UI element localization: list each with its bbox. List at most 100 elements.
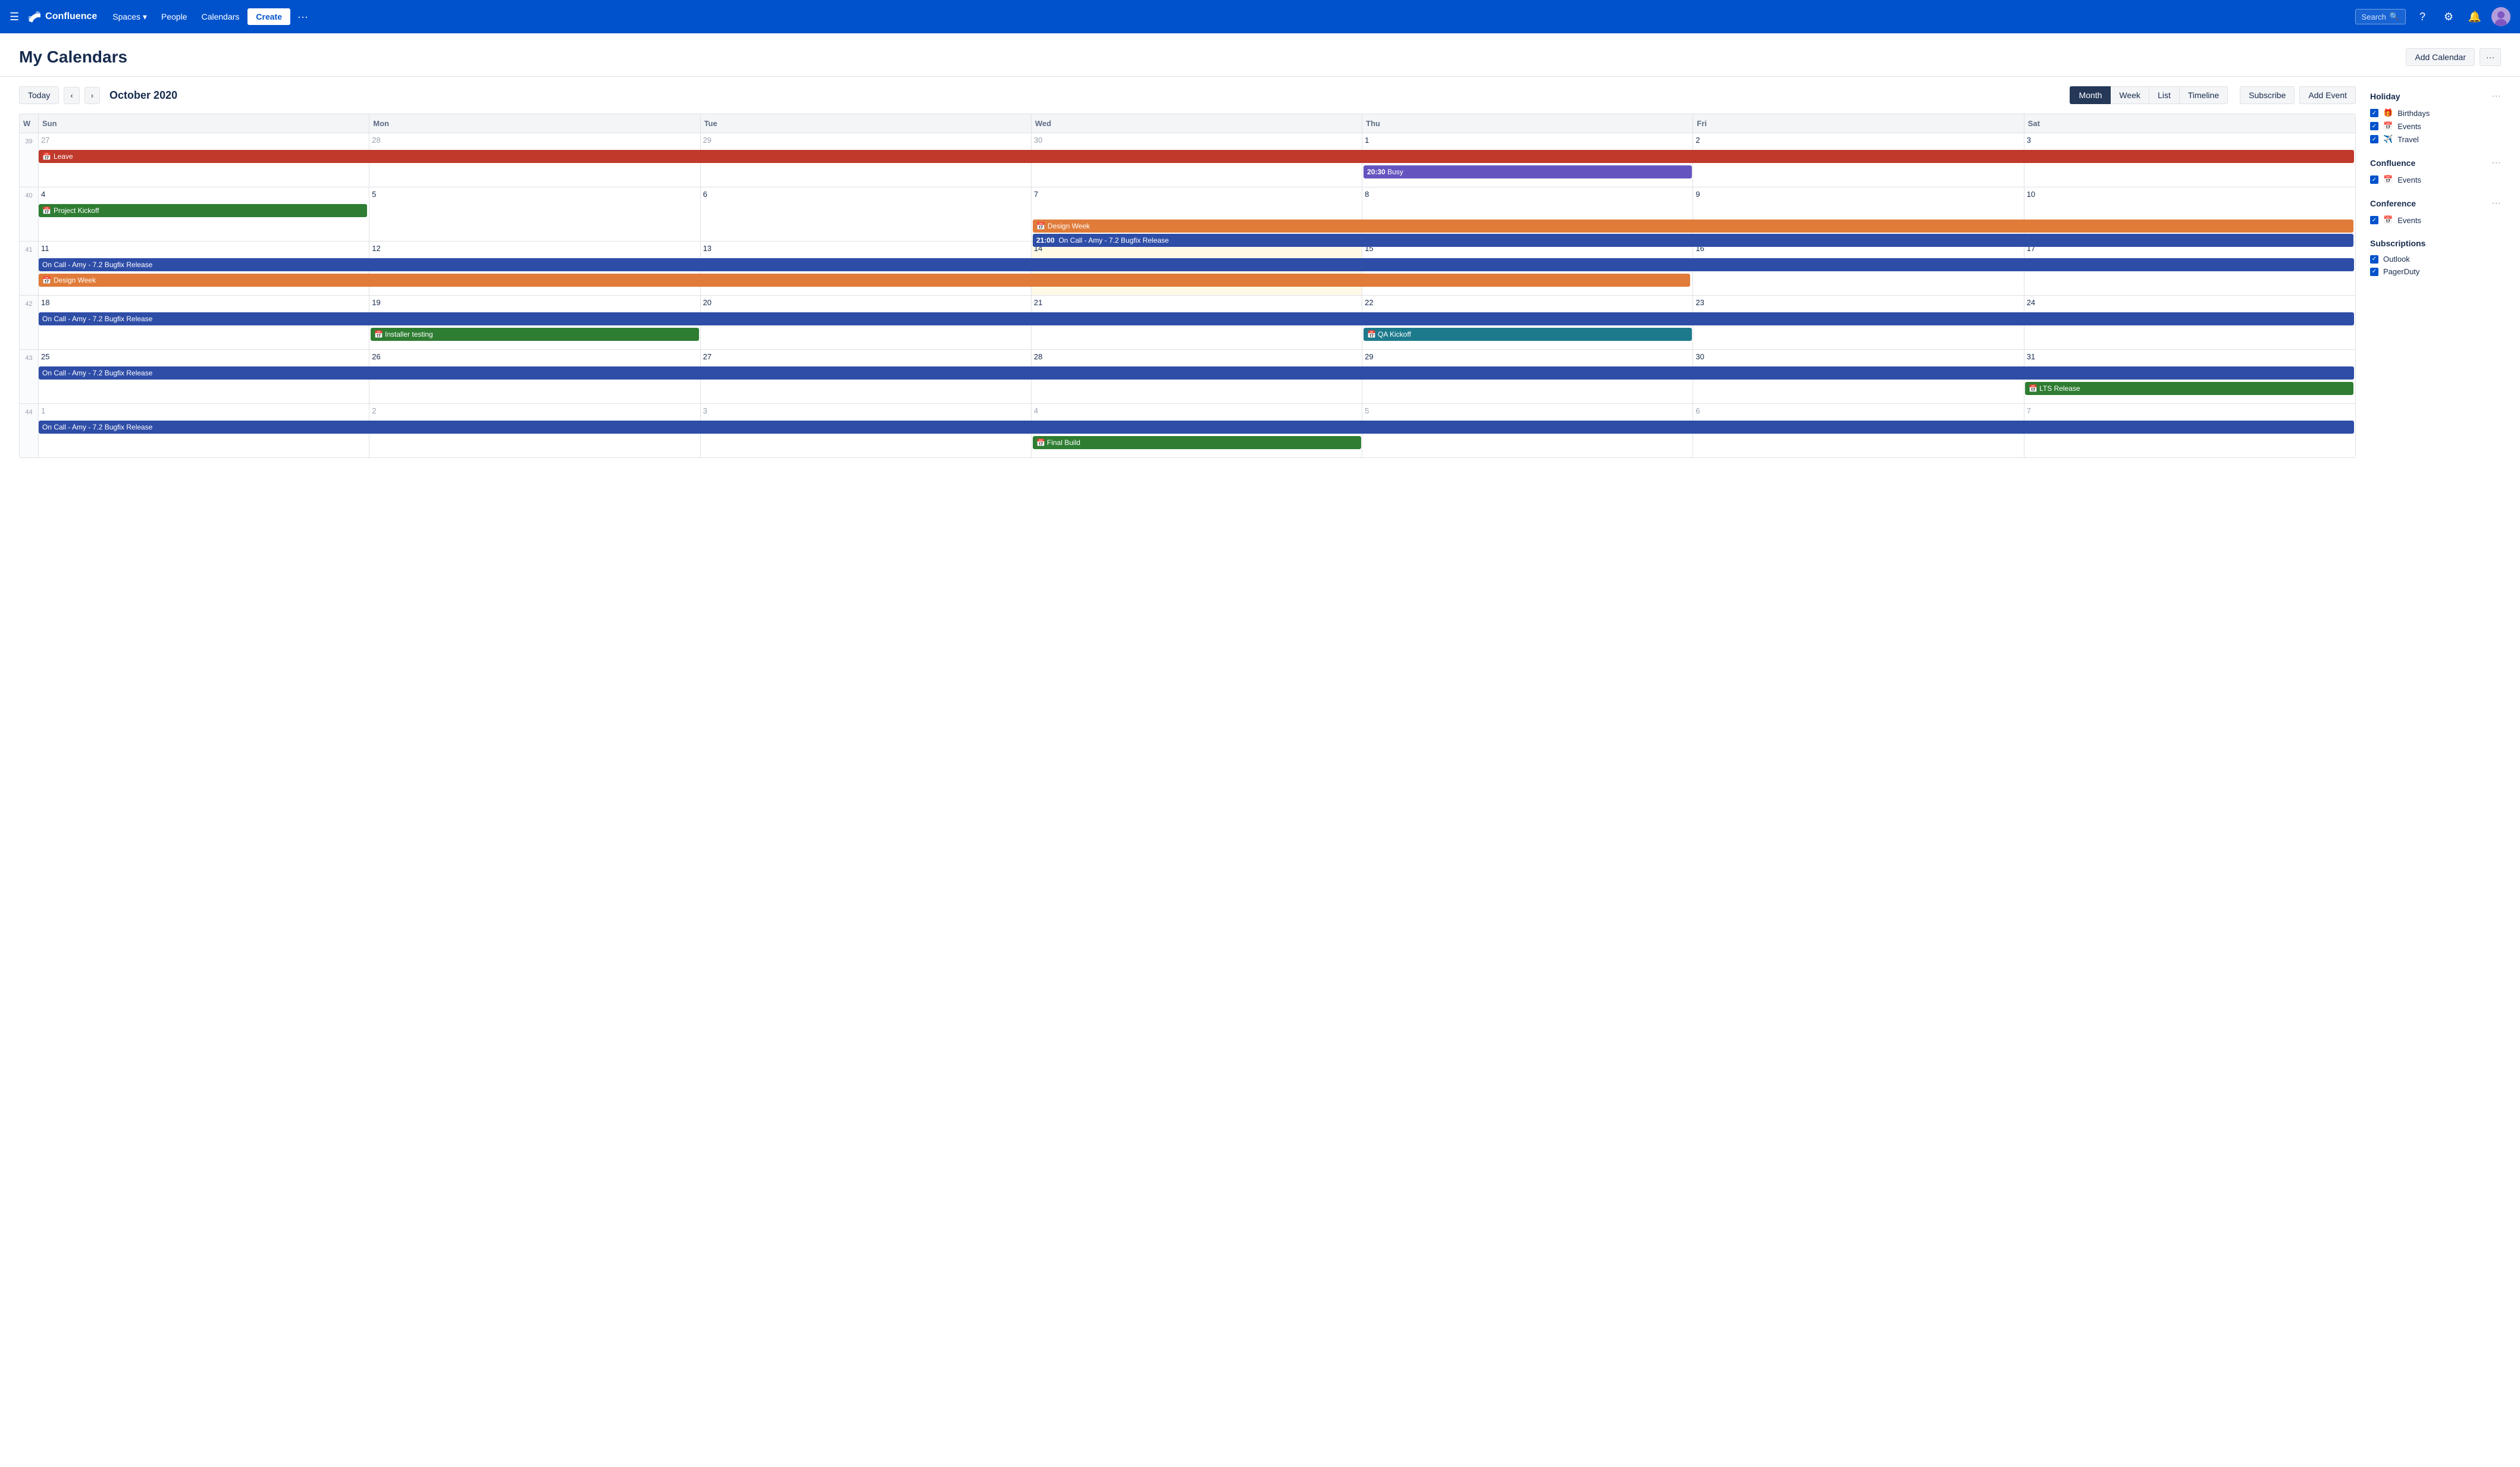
sidebar-section-confluence: Confluence ··· 📅 Events [2370, 158, 2501, 186]
page-more-button[interactable]: ··· [2480, 48, 2501, 66]
day-oct10[interactable]: 10 [2024, 187, 2355, 241]
navbar-right: Search 🔍 ? ⚙ 🔔 [2355, 7, 2510, 26]
day-oct9[interactable]: 9 [1693, 187, 2024, 241]
travel-icon: ✈️ [2383, 134, 2393, 144]
navbar-nav: Spaces ▾ People Calendars Create ··· [106, 8, 2350, 26]
day-oct8[interactable]: 8 [1362, 187, 1693, 241]
event-oncall-41[interactable]: On Call - Amy - 7.2 Bugfix Release [39, 258, 2354, 271]
next-button[interactable]: › [84, 87, 100, 104]
sidebar-confluence-title: Confluence [2370, 158, 2415, 168]
week-43-container: 43 25 26 27 28 29 30 31 On Call - Amy - … [20, 350, 2355, 404]
week-44-container: 44 1 2 3 4 5 6 7 On Call - Amy - 7.2 Bug… [20, 404, 2355, 457]
sidebar-item-pagerduty[interactable]: PagerDuty [2370, 265, 2501, 278]
sidebar-item-travel[interactable]: ✈️ Travel [2370, 133, 2501, 146]
event-qa-kickoff[interactable]: 📅QA Kickoff [1364, 328, 1692, 341]
today-button[interactable]: Today [19, 86, 59, 104]
sidebar-section-subscriptions: Subscriptions Outlook PagerDuty [2370, 239, 2501, 278]
people-nav-item[interactable]: People [155, 8, 193, 25]
event-busy[interactable]: 20:30 Busy [1364, 165, 1692, 178]
week-header: W [20, 114, 39, 133]
current-month: October 2020 [109, 89, 177, 102]
week-40-row: 40 4 5 6 7 8 9 10 [20, 187, 2355, 241]
page-header-actions: Add Calendar ··· [2406, 48, 2501, 66]
sidebar-section-conference: Conference ··· 📅 Events [2370, 198, 2501, 227]
avatar[interactable] [2491, 7, 2510, 26]
brand-label: Confluence [45, 11, 97, 22]
sidebar-subscriptions-title: Subscriptions [2370, 239, 2425, 248]
more-button[interactable]: ··· [293, 8, 313, 26]
day-oct5[interactable]: 5 [369, 187, 700, 241]
navbar-brand[interactable]: Confluence [29, 11, 97, 23]
holiday-events-icon: 📅 [2383, 121, 2393, 131]
hamburger-icon[interactable]: ☰ [10, 11, 19, 23]
event-oncall-40[interactable]: 21:00 On Call - Amy - 7.2 Bugfix Release [1033, 234, 2353, 247]
settings-icon[interactable]: ⚙ [2439, 7, 2458, 26]
sidebar-holiday-more-icon[interactable]: ··· [2491, 91, 2501, 102]
fri-header: Fri [1693, 114, 2024, 133]
subscribe-button[interactable]: Subscribe [2240, 86, 2295, 104]
tab-month[interactable]: Month [2070, 86, 2111, 104]
sidebar-confluence-more-icon[interactable]: ··· [2491, 158, 2501, 168]
add-calendar-button[interactable]: Add Calendar [2406, 48, 2475, 66]
tab-list[interactable]: List [2149, 86, 2180, 104]
search-box[interactable]: Search 🔍 [2355, 9, 2406, 24]
week-num-42: 42 [20, 296, 39, 349]
tab-week[interactable]: Week [2111, 86, 2149, 104]
calendars-nav-item[interactable]: Calendars [196, 8, 246, 25]
wed-header: Wed [1032, 114, 1362, 133]
create-button[interactable]: Create [247, 8, 290, 25]
confluence-events-checkbox[interactable] [2370, 175, 2378, 184]
week-num-41: 41 [20, 242, 39, 295]
event-oncall-42[interactable]: On Call - Amy - 7.2 Bugfix Release [39, 312, 2354, 325]
holiday-events-checkbox[interactable] [2370, 122, 2378, 130]
conference-events-icon: 📅 [2383, 215, 2393, 225]
sidebar-conference-header: Conference ··· [2370, 198, 2501, 209]
tab-timeline[interactable]: Timeline [2180, 86, 2228, 104]
mon-header: Mon [369, 114, 700, 133]
holiday-events-label: Events [2397, 122, 2421, 131]
prev-button[interactable]: ‹ [64, 87, 79, 104]
day-oct6[interactable]: 6 [701, 187, 1032, 241]
sidebar-item-outlook[interactable]: Outlook [2370, 253, 2501, 265]
event-final-build[interactable]: 📅Final Build [1033, 436, 1361, 449]
navbar: ☰ Confluence Spaces ▾ People Calendars C… [0, 0, 2520, 33]
view-tabs: Month Week List Timeline [2070, 86, 2228, 104]
sidebar-section-holiday: Holiday ··· 🎁 Birthdays 📅 Events ✈️ Trav… [2370, 91, 2501, 146]
event-installer-testing[interactable]: 📅Installer testing [371, 328, 699, 341]
event-design-week-40[interactable]: 📅Design Week [1033, 220, 2353, 233]
week-40-container: 40 4 5 6 7 8 9 10 📅Project Kickoff [20, 187, 2355, 242]
sidebar-item-events-conference[interactable]: 📅 Events [2370, 214, 2501, 227]
birthdays-checkbox[interactable] [2370, 109, 2378, 117]
event-oncall-44[interactable]: On Call - Amy - 7.2 Bugfix Release [39, 421, 2354, 434]
sidebar-item-events-holiday[interactable]: 📅 Events [2370, 120, 2501, 133]
notifications-icon[interactable]: 🔔 [2465, 7, 2484, 26]
travel-checkbox[interactable] [2370, 135, 2378, 143]
sidebar-subscriptions-header: Subscriptions [2370, 239, 2501, 248]
week-39-container: 39 27 28 29 30 1 2 3 📅Leave [20, 133, 2355, 187]
confluence-events-label: Events [2397, 175, 2421, 184]
sidebar-item-events-confluence[interactable]: 📅 Events [2370, 173, 2501, 186]
sidebar-conference-more-icon[interactable]: ··· [2491, 198, 2501, 209]
event-design-week-41[interactable]: 📅Design Week [39, 274, 1690, 287]
sidebar-item-birthdays[interactable]: 🎁 Birthdays [2370, 106, 2501, 120]
week-num-40: 40 [20, 187, 39, 241]
spaces-nav-item[interactable]: Spaces ▾ [106, 8, 153, 26]
add-event-button[interactable]: Add Event [2299, 86, 2356, 104]
week-42-container: 42 18 19 20 21 22 23 24 On Call - Amy - … [20, 296, 2355, 350]
day-oct7[interactable]: 7 [1032, 187, 1362, 241]
sidebar-confluence-header: Confluence ··· [2370, 158, 2501, 168]
outlook-checkbox[interactable] [2370, 255, 2378, 264]
help-icon[interactable]: ? [2413, 7, 2432, 26]
calendar-grid: W Sun Mon Tue Wed Thu Fri Sat 39 27 28 2… [19, 114, 2356, 458]
pagerduty-checkbox[interactable] [2370, 268, 2378, 276]
event-leave[interactable]: 📅Leave [39, 150, 2354, 163]
conference-events-label: Events [2397, 216, 2421, 225]
calendar-section: Today ‹ › October 2020 Month Week List T… [19, 86, 2356, 458]
event-lts-release[interactable]: 📅LTS Release [2025, 382, 2353, 395]
event-project-kickoff[interactable]: 📅Project Kickoff [39, 204, 367, 217]
conference-events-checkbox[interactable] [2370, 216, 2378, 224]
week-num-43: 43 [20, 350, 39, 403]
sun-header: Sun [39, 114, 369, 133]
event-oncall-43[interactable]: On Call - Amy - 7.2 Bugfix Release [39, 366, 2354, 380]
birthdays-label: Birthdays [2397, 109, 2430, 118]
